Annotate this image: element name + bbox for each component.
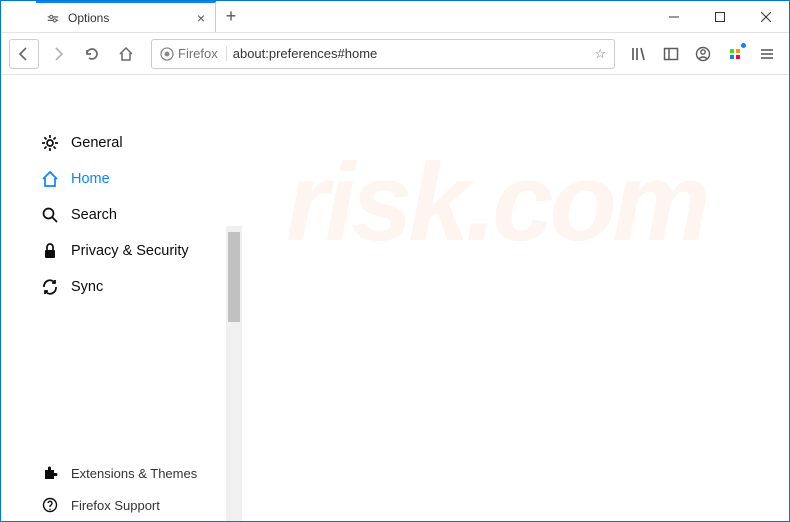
sidebar-item-label: Privacy & Security — [71, 243, 189, 259]
home-icon — [41, 170, 59, 188]
lock-icon — [41, 242, 59, 260]
categories-sidebar: General Home Search Privacy & Security S… — [1, 75, 216, 521]
tab-title: Options — [68, 11, 109, 25]
search-icon — [41, 206, 59, 224]
bookmark-star-icon[interactable]: ☆ — [594, 46, 606, 62]
content-area: General Home Search Privacy & Security S… — [1, 75, 789, 521]
sidebar-item-search[interactable]: Search — [1, 197, 216, 233]
sidebar-item-support[interactable]: Firefox Support — [1, 489, 216, 521]
navigation-toolbar: Firefox about:preferences#home ☆ — [1, 33, 789, 75]
sidebar-item-label: Home — [71, 171, 110, 187]
window-titlebar: Options × + — [1, 1, 789, 33]
sidebar-item-home[interactable]: Home — [1, 161, 216, 197]
help-icon — [41, 496, 59, 514]
sync-icon — [41, 278, 59, 296]
main-panel: risk.com Find in Options Home Restore De… — [216, 75, 789, 521]
reload-button[interactable] — [77, 39, 107, 69]
url-text: about:preferences#home — [233, 46, 378, 61]
sidebar-button[interactable] — [657, 40, 685, 68]
window-controls — [651, 1, 789, 32]
sidebar-item-sync[interactable]: Sync — [1, 269, 216, 305]
options-icon — [46, 11, 60, 25]
watermark: risk.com — [286, 139, 789, 266]
sidebar-item-general[interactable]: General — [1, 125, 216, 161]
puzzle-icon — [41, 464, 59, 482]
sidebar-item-label: Search — [71, 207, 117, 223]
identity-box[interactable]: Firefox — [160, 46, 227, 61]
sidebar-item-label: Firefox Support — [71, 498, 160, 513]
url-bar[interactable]: Firefox about:preferences#home ☆ — [151, 39, 615, 69]
scrollbar-thumb[interactable] — [228, 232, 240, 322]
scrollbar[interactable] — [226, 226, 242, 521]
sidebar-item-privacy[interactable]: Privacy & Security — [1, 233, 216, 269]
minimize-button[interactable] — [651, 1, 697, 32]
library-button[interactable] — [625, 40, 653, 68]
sidebar-item-extensions[interactable]: Extensions & Themes — [1, 457, 216, 489]
sidebar-item-label: Extensions & Themes — [71, 466, 197, 481]
back-button[interactable] — [9, 39, 39, 69]
home-button[interactable] — [111, 39, 141, 69]
sidebar-item-label: General — [71, 135, 123, 151]
firefox-icon — [160, 47, 174, 61]
browser-tab[interactable]: Options × — [36, 1, 216, 32]
account-button[interactable] — [689, 40, 717, 68]
sidebar-item-label: Sync — [71, 279, 103, 295]
menu-button[interactable] — [753, 40, 781, 68]
tab-close-icon[interactable]: × — [197, 10, 205, 26]
gear-icon — [41, 134, 59, 152]
extension-button[interactable] — [721, 40, 749, 68]
new-tab-button[interactable]: + — [216, 1, 246, 32]
maximize-button[interactable] — [697, 1, 743, 32]
close-button[interactable] — [743, 1, 789, 32]
forward-button[interactable] — [43, 39, 73, 69]
